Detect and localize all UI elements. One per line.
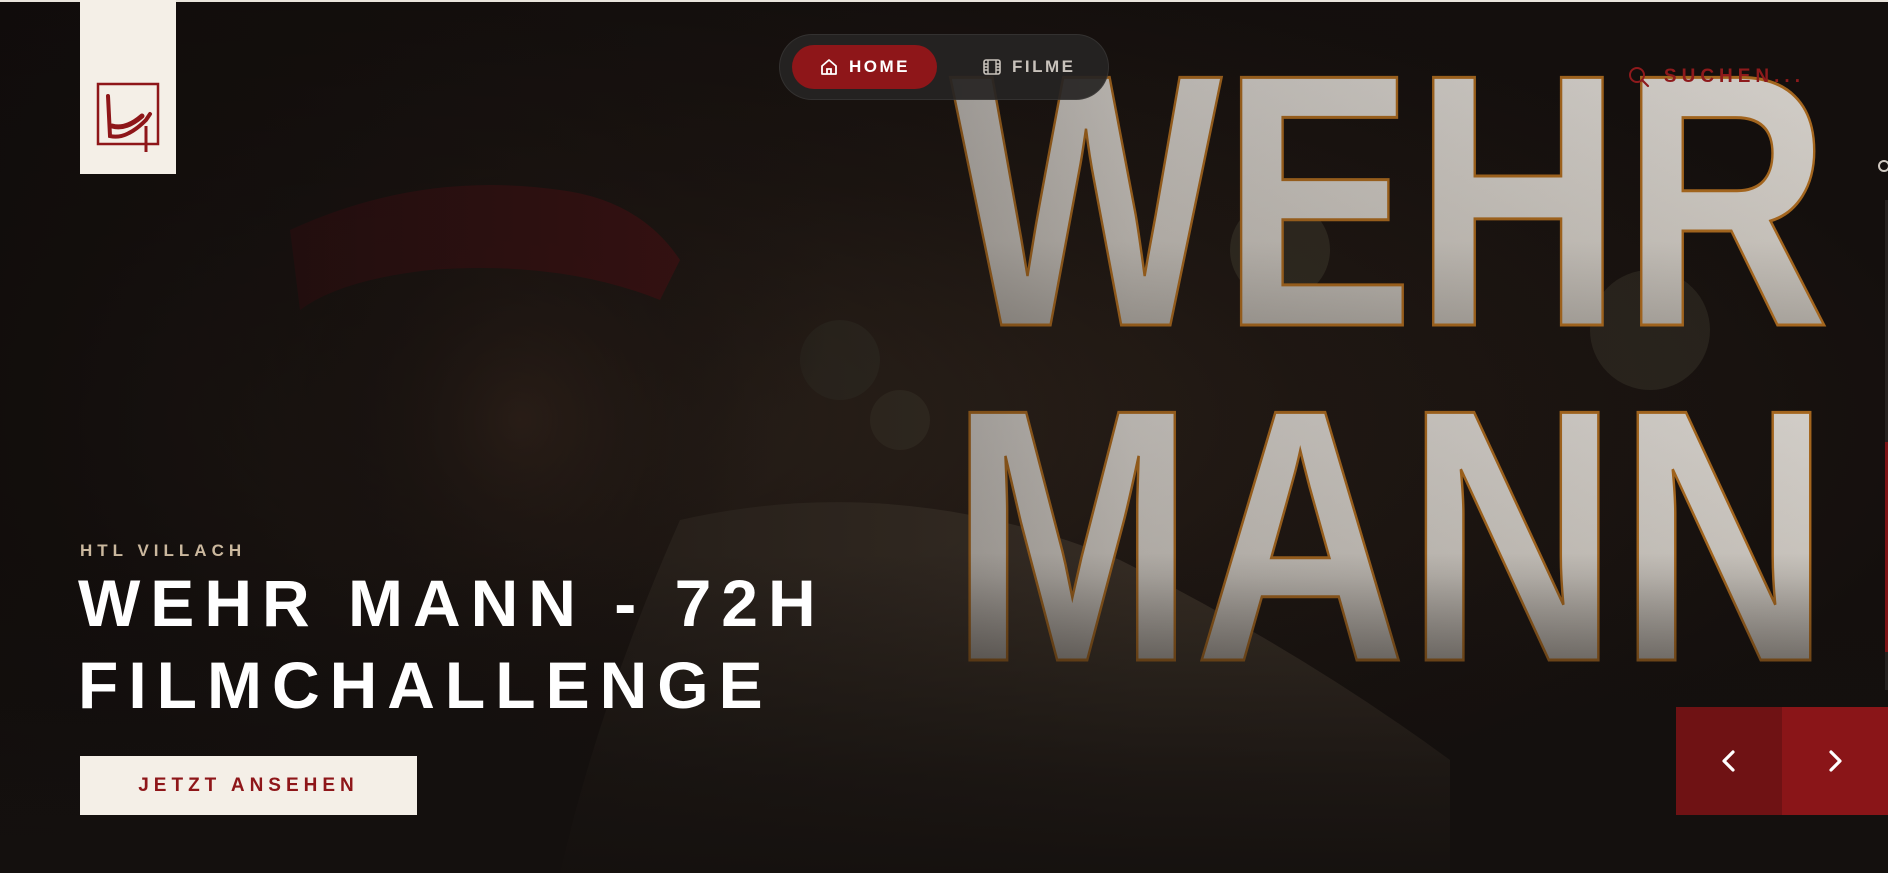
top-border: [0, 0, 1888, 2]
nav-item-label: HOME: [849, 57, 910, 76]
home-icon: [821, 59, 837, 75]
search-label: SUCHEN...: [1663, 66, 1805, 87]
scroll-indicator-dot: [1878, 160, 1888, 172]
carousel-prev-button[interactable]: [1676, 707, 1782, 815]
nav-item-home[interactable]: HOME: [792, 45, 937, 89]
main-nav: HOME FILME: [779, 34, 1109, 100]
hero-kicker: HTL VILLACH: [80, 541, 247, 560]
logo[interactable]: [80, 0, 176, 174]
hero-title: WEHR MANN - 72H FILMCHALLENGE: [78, 566, 826, 722]
hero-banner: WEHR MANN: [0, 0, 1888, 873]
watch-now-button[interactable]: JETZT ANSEHEN: [80, 756, 417, 815]
nav-item-filme[interactable]: FILME: [955, 45, 1103, 89]
chevron-right-icon: [1829, 750, 1842, 772]
carousel-controls: [1676, 707, 1888, 815]
carousel-next-button[interactable]: [1782, 707, 1888, 815]
chevron-left-icon: [1722, 750, 1735, 772]
search-button[interactable]: SUCHEN...: [1628, 66, 1805, 88]
search-icon: [1628, 67, 1650, 88]
film-icon: [983, 59, 1001, 75]
nav-item-label: FILME: [1012, 57, 1076, 76]
school-logo-icon: [96, 82, 160, 152]
